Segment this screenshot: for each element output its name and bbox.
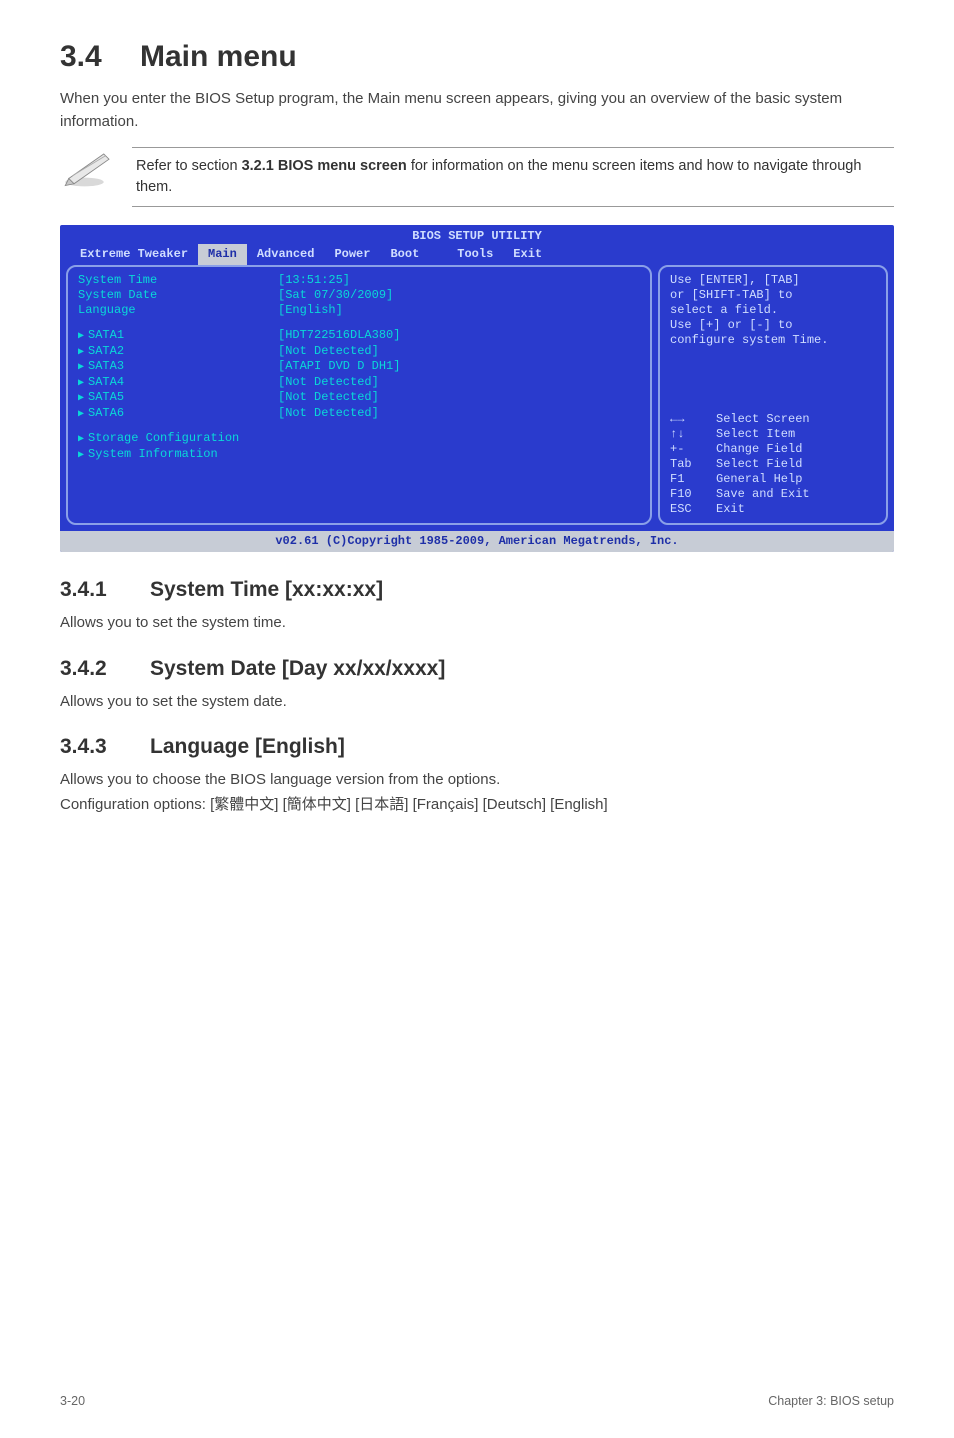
bios-left-panel: System Time[13:51:25] System Date[Sat 07…: [66, 265, 652, 525]
bios-tab-boot: Boot: [380, 244, 429, 265]
bios-row-system-time: System Time[13:51:25]: [78, 273, 640, 288]
section-341-body: Allows you to set the system time.: [60, 612, 894, 635]
section-number: 3.4.3: [60, 735, 150, 759]
bios-row-storage-config: Storage Configuration: [78, 431, 640, 447]
bios-tab-exit: Exit: [503, 244, 552, 265]
section-343-body1: Allows you to choose the BIOS language v…: [60, 769, 894, 792]
bios-key-row: ESCExit: [670, 502, 876, 517]
note-pre: Refer to section: [136, 158, 242, 174]
pencil-note-icon: [60, 147, 116, 194]
bios-help-line: or [SHIFT-TAB] to: [670, 288, 876, 303]
intro-paragraph: When you enter the BIOS Setup program, t…: [60, 88, 894, 133]
note-text: Refer to section 3.2.1 BIOS menu screen …: [132, 147, 894, 207]
bios-help-line: Use [+] or [-] to: [670, 318, 876, 333]
bios-tab-tools: Tools: [447, 244, 503, 265]
note-callout: Refer to section 3.2.1 BIOS menu screen …: [60, 147, 894, 207]
bios-help-line: configure system Time.: [670, 333, 876, 348]
bios-key-row: F10Save and Exit: [670, 487, 876, 502]
bios-key-row: +-Change Field: [670, 442, 876, 457]
bios-tab-advanced: Advanced: [247, 244, 325, 265]
bios-copyright-footer: v02.61 (C)Copyright 1985-2009, American …: [60, 531, 894, 552]
bios-tab-extreme-tweaker: Extreme Tweaker: [70, 244, 198, 265]
bios-row-sata5: SATA5[Not Detected]: [78, 390, 640, 406]
bios-right-panel: Use [ENTER], [TAB] or [SHIFT-TAB] to sel…: [658, 265, 888, 525]
page-number: 3-20: [60, 1394, 85, 1408]
page-heading: 3.4Main menu: [60, 40, 894, 74]
bios-row-sata1: SATA1[HDT722516DLA380]: [78, 328, 640, 344]
bios-title: BIOS SETUP UTILITY: [60, 225, 894, 244]
heading-number: 3.4: [60, 40, 140, 74]
section-343-heading: 3.4.3Language [English]: [60, 735, 894, 759]
bios-key-row: ↑↓Select Item: [670, 427, 876, 442]
section-number: 3.4.1: [60, 578, 150, 602]
heading-title: Main menu: [140, 40, 297, 73]
section-342-heading: 3.4.2System Date [Day xx/xx/xxxx]: [60, 657, 894, 681]
page-footer: 3-20 Chapter 3: BIOS setup: [60, 1394, 894, 1408]
bios-key-row: ←→Select Screen: [670, 412, 876, 427]
section-number: 3.4.2: [60, 657, 150, 681]
bios-row-system-info: System Information: [78, 447, 640, 463]
bios-screenshot: BIOS SETUP UTILITY Extreme Tweaker Main …: [60, 225, 894, 552]
bios-help-line: Use [ENTER], [TAB]: [670, 273, 876, 288]
note-bold: 3.2.1 BIOS menu screen: [242, 158, 407, 174]
section-title: System Date [Day xx/xx/xxxx]: [150, 657, 445, 680]
section-341-heading: 3.4.1System Time [xx:xx:xx]: [60, 578, 894, 602]
bios-tab-power: Power: [324, 244, 380, 265]
bios-tab-main: Main: [198, 244, 247, 265]
section-title: System Time [xx:xx:xx]: [150, 578, 383, 601]
bios-key-row: F1General Help: [670, 472, 876, 487]
bios-row-sata6: SATA6[Not Detected]: [78, 406, 640, 422]
chapter-label: Chapter 3: BIOS setup: [768, 1394, 894, 1408]
bios-row-sata3: SATA3[ATAPI DVD D DH1]: [78, 359, 640, 375]
bios-row-system-date: System Date[Sat 07/30/2009]: [78, 288, 640, 303]
section-title: Language [English]: [150, 735, 345, 758]
bios-key-row: TabSelect Field: [670, 457, 876, 472]
bios-tab-bar: Extreme Tweaker Main Advanced Power Boot…: [60, 244, 894, 265]
bios-row-sata4: SATA4[Not Detected]: [78, 375, 640, 391]
bios-row-language: Language[English]: [78, 303, 640, 318]
bios-row-sata2: SATA2[Not Detected]: [78, 344, 640, 360]
section-342-body: Allows you to set the system date.: [60, 691, 894, 714]
section-343-body2: Configuration options: [繁體中文] [簡体中文] [日本…: [60, 794, 894, 817]
bios-help-top: Use [ENTER], [TAB] or [SHIFT-TAB] to sel…: [670, 273, 876, 348]
bios-help-line: select a field.: [670, 303, 876, 318]
bios-key-help: ←→Select Screen ↑↓Select Item +-Change F…: [670, 412, 876, 517]
